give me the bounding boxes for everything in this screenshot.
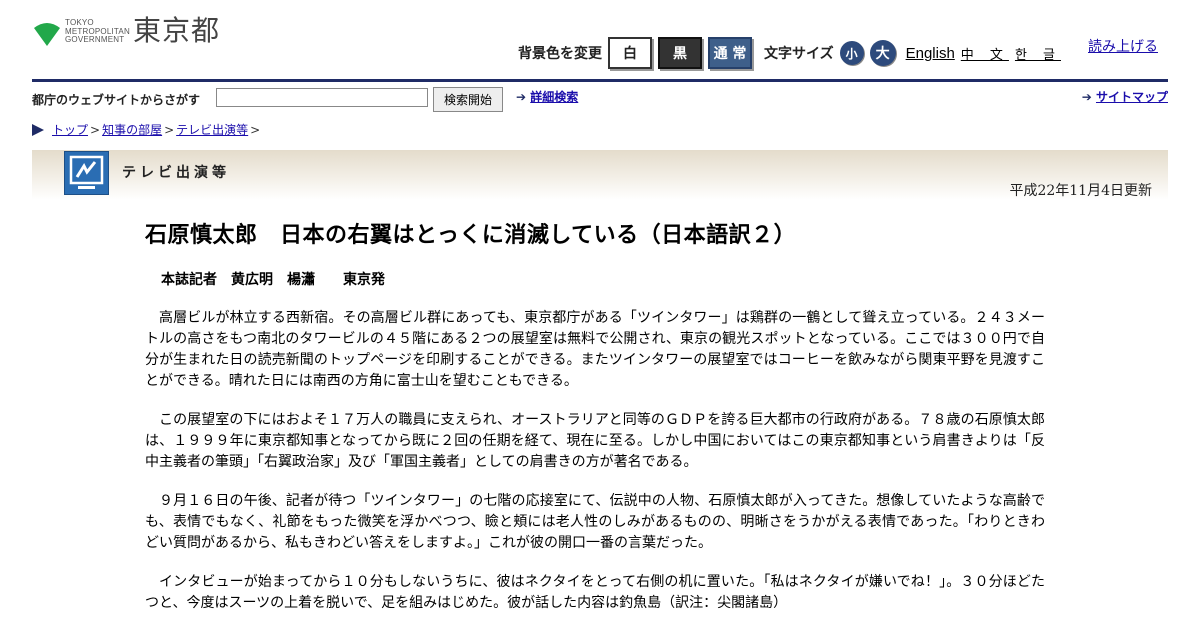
header-divider bbox=[32, 79, 1168, 82]
arrow-right-icon: ➔ bbox=[1081, 90, 1092, 104]
article-title: 石原慎太郎 日本の右翼はとっくに消滅している（日本語訳２） bbox=[145, 223, 797, 248]
breadcrumb: トップ > 知事の部屋 > テレビ出演等 > bbox=[32, 121, 262, 138]
bg-normal-button[interactable]: 通 常 bbox=[708, 37, 752, 69]
sitemap: ➔ サイトマップ bbox=[1082, 88, 1168, 105]
updated-date: 平成22年11月4日更新 bbox=[1009, 183, 1152, 199]
article-byline: 本誌記者 黄広明 楊瀟 東京発 bbox=[161, 272, 385, 288]
search-label: 都庁のウェブサイトからさがす bbox=[32, 93, 201, 107]
tokyo-logo-icon bbox=[34, 23, 60, 46]
text-size-large-button[interactable]: 大 bbox=[869, 40, 896, 66]
sitemap-link[interactable]: サイトマップ bbox=[1096, 90, 1168, 104]
text-size-label: 文字サイズ bbox=[764, 46, 834, 62]
accessibility-tools: 背景色を変更 白 黒 通 常 文字サイズ 小 大 English 中 文 한 글 bbox=[518, 35, 1061, 71]
breadcrumb-top-link[interactable]: トップ bbox=[52, 121, 88, 138]
lang-korean-link[interactable]: 한 글 bbox=[1015, 44, 1061, 63]
tv-icon bbox=[64, 151, 109, 195]
logo-line-3: GOVERNMENT bbox=[65, 35, 125, 44]
search-bar: 都庁のウェブサイトからさがす 検索開始 ➔ 詳細検索 ➔ サイトマップ bbox=[32, 87, 1168, 112]
logo-title: 東京都 bbox=[132, 14, 220, 47]
article: 石原慎太郎 日本の右翼はとっくに消滅している（日本語訳２） 本誌記者 黄広明 楊… bbox=[145, 220, 1045, 614]
advanced-search-link[interactable]: 詳細検索 bbox=[530, 90, 578, 104]
breadcrumb-triangle-icon bbox=[32, 123, 44, 136]
tokyo-logo[interactable]: TOKYO METROPOLITAN GOVERNMENT 東京都 bbox=[32, 14, 220, 50]
search-input[interactable] bbox=[216, 88, 428, 107]
bg-black-button[interactable]: 黒 bbox=[658, 37, 702, 69]
bg-color-label: 背景色を変更 bbox=[518, 46, 602, 62]
breadcrumb-separator: > bbox=[164, 122, 175, 137]
read-aloud-link[interactable]: 読み上げる bbox=[1088, 36, 1158, 56]
article-paragraph: 高層ビルが林立する西新宿。その高層ビル群にあっても、東京都庁がある「ツインタワー… bbox=[145, 310, 1045, 389]
lang-chinese-link[interactable]: 中 文 bbox=[961, 44, 1009, 63]
search-button[interactable]: 検索開始 bbox=[433, 87, 503, 112]
breadcrumb-tv-link[interactable]: テレビ出演等 bbox=[176, 121, 248, 138]
bg-white-button[interactable]: 白 bbox=[608, 37, 652, 69]
article-paragraph: インタビューが始まってから１０分もしないうちに、彼はネクタイをとって右側の机に置… bbox=[145, 574, 1045, 611]
breadcrumb-separator: > bbox=[250, 122, 261, 137]
breadcrumb-separator: > bbox=[90, 122, 101, 137]
text-size-small-button[interactable]: 小 bbox=[839, 41, 864, 65]
arrow-right-icon: ➔ bbox=[516, 90, 527, 104]
advanced-search: ➔ 詳細検索 bbox=[516, 88, 578, 105]
article-paragraph: この展望室の下にはおよそ１７万人の職員に支えられ、オーストラリアと同等のＧＤＰを… bbox=[145, 412, 1045, 470]
logo-subtitle: TOKYO METROPOLITAN GOVERNMENT bbox=[65, 18, 130, 45]
breadcrumb-governor-link[interactable]: 知事の部屋 bbox=[102, 121, 162, 138]
section-title: テレビ出演等 bbox=[122, 165, 230, 181]
article-paragraph: ９月１６日の午後、記者が待つ「ツインタワー」の七階の応接室にて、伝説中の人物、石… bbox=[145, 493, 1045, 551]
lang-english-link[interactable]: English bbox=[906, 45, 955, 62]
